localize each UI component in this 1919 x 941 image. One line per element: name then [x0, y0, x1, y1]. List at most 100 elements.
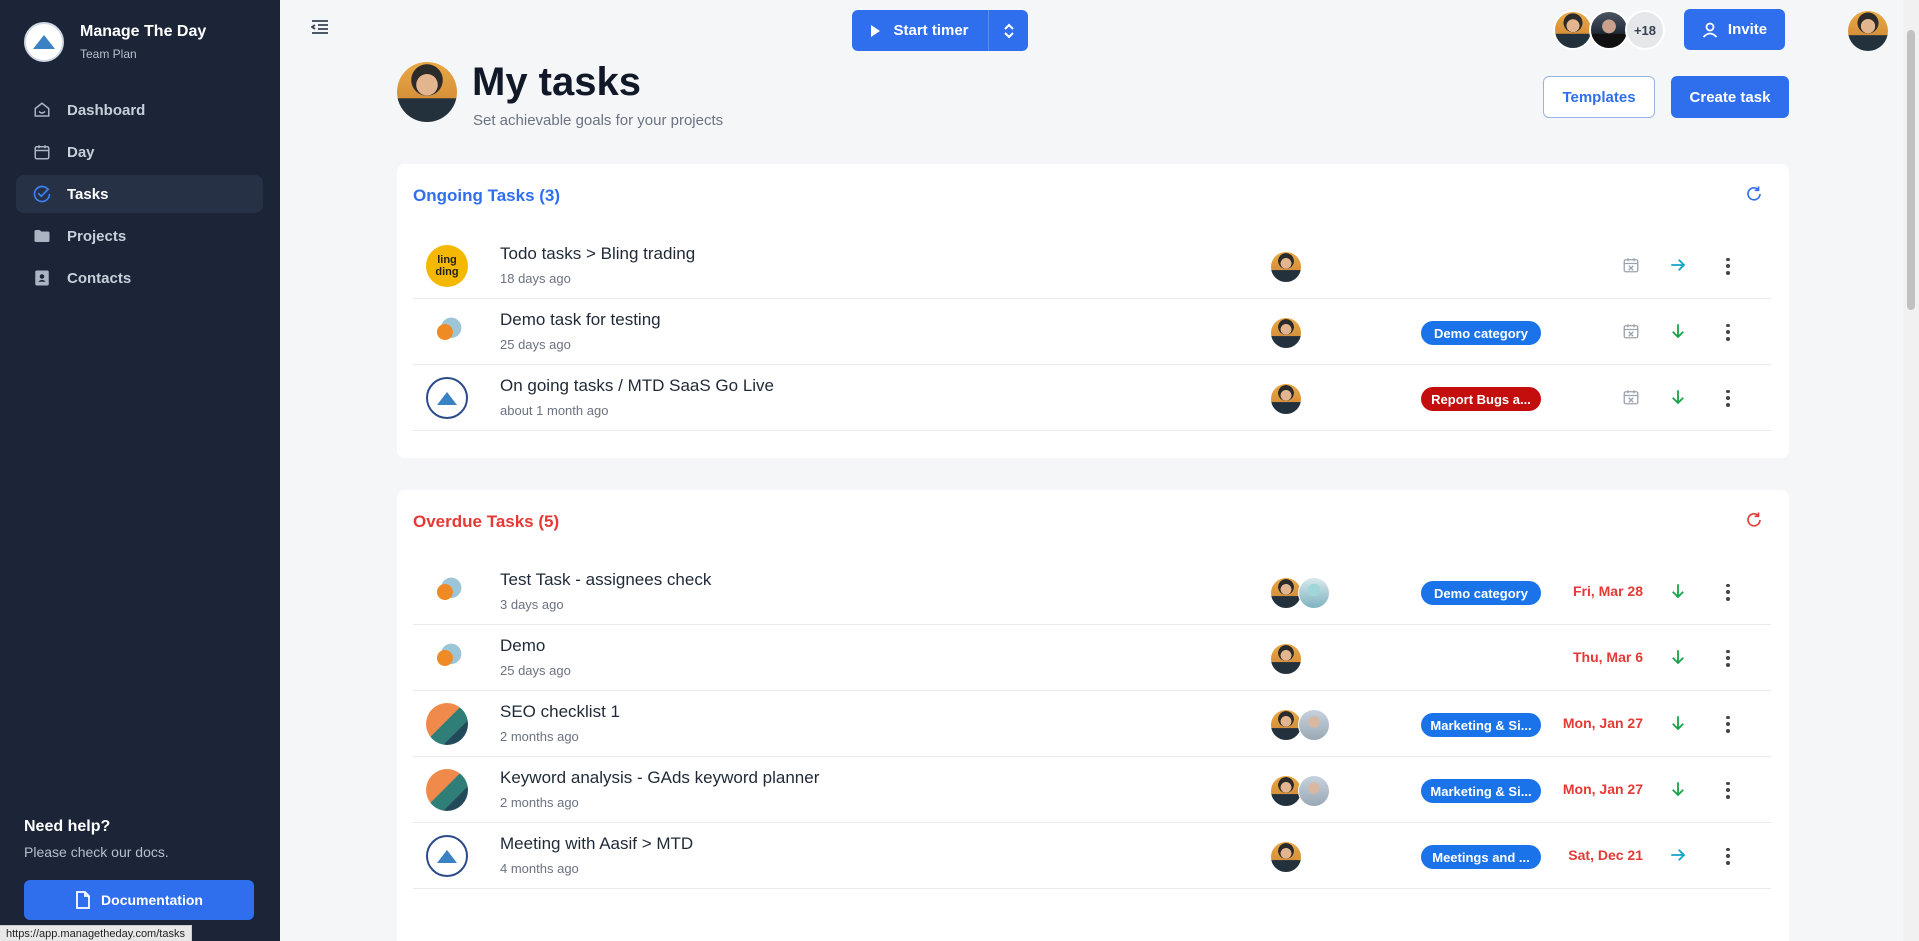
task-row[interactable]: SEO checklist 1 2 months ago Marketing &… — [413, 691, 1771, 757]
ongoing-tasks-card: Ongoing Tasks (3) ling ding Todo tasks >… — [397, 164, 1789, 458]
avatar — [1270, 841, 1302, 873]
arrow-down-icon[interactable] — [1669, 714, 1689, 734]
documentation-button[interactable]: Documentation — [24, 880, 254, 920]
calendar-x-icon[interactable] — [1622, 388, 1642, 408]
more-options-icon[interactable] — [1718, 388, 1738, 408]
check-circle-icon — [32, 184, 52, 204]
category-tag[interactable]: Demo category — [1421, 321, 1541, 345]
arrow-down-icon[interactable] — [1669, 780, 1689, 800]
sidebar-item-contacts[interactable]: Contacts — [16, 259, 263, 297]
templates-button[interactable]: Templates — [1543, 76, 1655, 118]
calendar-x-icon[interactable] — [1622, 322, 1642, 342]
documentation-label: Documentation — [101, 892, 203, 908]
avatar — [1298, 577, 1330, 609]
category-tag[interactable]: Marketing & Si... — [1421, 713, 1541, 737]
sidebar-item-label: Contacts — [67, 269, 132, 287]
arrow-right-icon[interactable] — [1669, 256, 1689, 276]
task-title[interactable]: Keyword analysis - GAds keyword planner — [500, 768, 819, 788]
app-name: Manage The Day — [80, 23, 207, 40]
due-date: Thu, Mar 6 — [1572, 649, 1643, 665]
refresh-icon[interactable] — [1745, 511, 1765, 531]
brand[interactable]: Manage The Day Team Plan — [24, 22, 206, 62]
due-date: Sat, Dec 21 — [1568, 847, 1643, 863]
more-options-icon[interactable] — [1718, 714, 1738, 734]
sidebar-item-label: Day — [67, 143, 95, 161]
create-task-button[interactable]: Create task — [1671, 76, 1789, 118]
user-icon — [1702, 22, 1718, 38]
task-title[interactable]: Demo task for testing — [500, 310, 661, 330]
team-avatars[interactable]: +18 — [1553, 10, 1665, 50]
task-title[interactable]: Meeting with Aasif > MTD — [500, 834, 693, 854]
more-options-icon[interactable] — [1718, 648, 1738, 668]
chevron-updown-icon — [1003, 23, 1014, 38]
task-title[interactable]: SEO checklist 1 — [500, 702, 620, 722]
task-row[interactable]: On going tasks / MTD SaaS Go Live about … — [413, 365, 1771, 431]
sidebar-item-label: Tasks — [67, 185, 109, 203]
task-title[interactable]: On going tasks / MTD SaaS Go Live — [500, 376, 774, 396]
task-title[interactable]: Todo tasks > Bling trading — [500, 244, 695, 264]
avatar — [1298, 709, 1330, 741]
project-logo — [426, 571, 468, 613]
due-date: Fri, Mar 28 — [1572, 583, 1643, 599]
category-tag[interactable]: Marketing & Si... — [1421, 779, 1541, 803]
task-row[interactable]: Demo 25 days ago Thu, Mar 6 — [413, 625, 1771, 691]
project-logo — [426, 311, 468, 353]
brand-logo — [24, 22, 64, 62]
task-row[interactable]: Keyword analysis - GAds keyword planner … — [413, 757, 1771, 823]
contact-card-icon — [32, 268, 52, 288]
ongoing-tasks-title: Ongoing Tasks (3) — [413, 186, 561, 205]
more-options-icon[interactable] — [1718, 256, 1738, 276]
sidebar-item-day[interactable]: Day — [16, 133, 263, 171]
start-timer-button[interactable]: Start timer — [852, 10, 988, 51]
arrow-right-icon[interactable] — [1669, 846, 1689, 866]
sidebar-item-tasks[interactable]: Tasks — [16, 175, 263, 213]
sidebar: Manage The Day Team Plan Dashboard Day T… — [0, 0, 280, 941]
assignees — [1270, 251, 1302, 283]
assignees — [1270, 383, 1302, 415]
project-logo — [426, 703, 468, 745]
page-scrollbar[interactable] — [1903, 0, 1919, 941]
overdue-tasks-title: Overdue Tasks (5) — [413, 512, 560, 531]
play-icon — [871, 24, 881, 37]
project-logo — [426, 637, 468, 679]
project-logo — [426, 377, 468, 419]
invite-button[interactable]: Invite — [1684, 9, 1785, 50]
more-members-count: +18 — [1625, 10, 1665, 50]
refresh-icon[interactable] — [1745, 185, 1765, 205]
category-tag[interactable]: Report Bugs a... — [1421, 387, 1541, 411]
timer-options-button[interactable] — [988, 10, 1028, 51]
task-row[interactable]: ling ding Todo tasks > Bling trading 18 … — [413, 233, 1771, 299]
more-options-icon[interactable] — [1718, 582, 1738, 602]
timer-control: Start timer — [852, 10, 1028, 51]
app-plan: Team Plan — [80, 47, 137, 61]
sidebar-nav: Dashboard Day Tasks Projects Contacts — [16, 91, 263, 301]
task-row[interactable]: Test Task - assignees check 3 days ago D… — [413, 559, 1771, 625]
task-title[interactable]: Test Task - assignees check — [500, 570, 711, 590]
task-age: 4 months ago — [500, 861, 579, 876]
more-options-icon[interactable] — [1718, 780, 1738, 800]
project-logo — [426, 835, 468, 877]
arrow-down-icon[interactable] — [1669, 388, 1689, 408]
more-options-icon[interactable] — [1718, 846, 1738, 866]
arrow-down-icon[interactable] — [1669, 648, 1689, 668]
task-age: 3 days ago — [500, 597, 564, 612]
sidebar-item-projects[interactable]: Projects — [16, 217, 263, 255]
user-avatar[interactable] — [1848, 11, 1888, 51]
category-tag[interactable]: Meetings and ... — [1421, 845, 1541, 869]
scrollbar-thumb[interactable] — [1907, 30, 1915, 310]
collapse-menu-icon[interactable] — [310, 19, 331, 39]
task-age: 25 days ago — [500, 337, 571, 352]
arrow-down-icon[interactable] — [1669, 322, 1689, 342]
calendar-x-icon[interactable] — [1622, 256, 1642, 276]
task-title[interactable]: Demo — [500, 636, 545, 656]
sidebar-item-dashboard[interactable]: Dashboard — [16, 91, 263, 129]
page-avatar — [397, 62, 457, 122]
category-tag[interactable]: Demo category — [1421, 581, 1541, 605]
more-options-icon[interactable] — [1718, 322, 1738, 342]
assignees — [1270, 643, 1302, 675]
arrow-down-icon[interactable] — [1669, 582, 1689, 602]
document-icon — [76, 891, 90, 909]
task-row[interactable]: Meeting with Aasif > MTD 4 months ago Me… — [413, 823, 1771, 889]
task-row[interactable]: Demo task for testing 25 days ago Demo c… — [413, 299, 1771, 365]
task-age: 18 days ago — [500, 271, 571, 286]
